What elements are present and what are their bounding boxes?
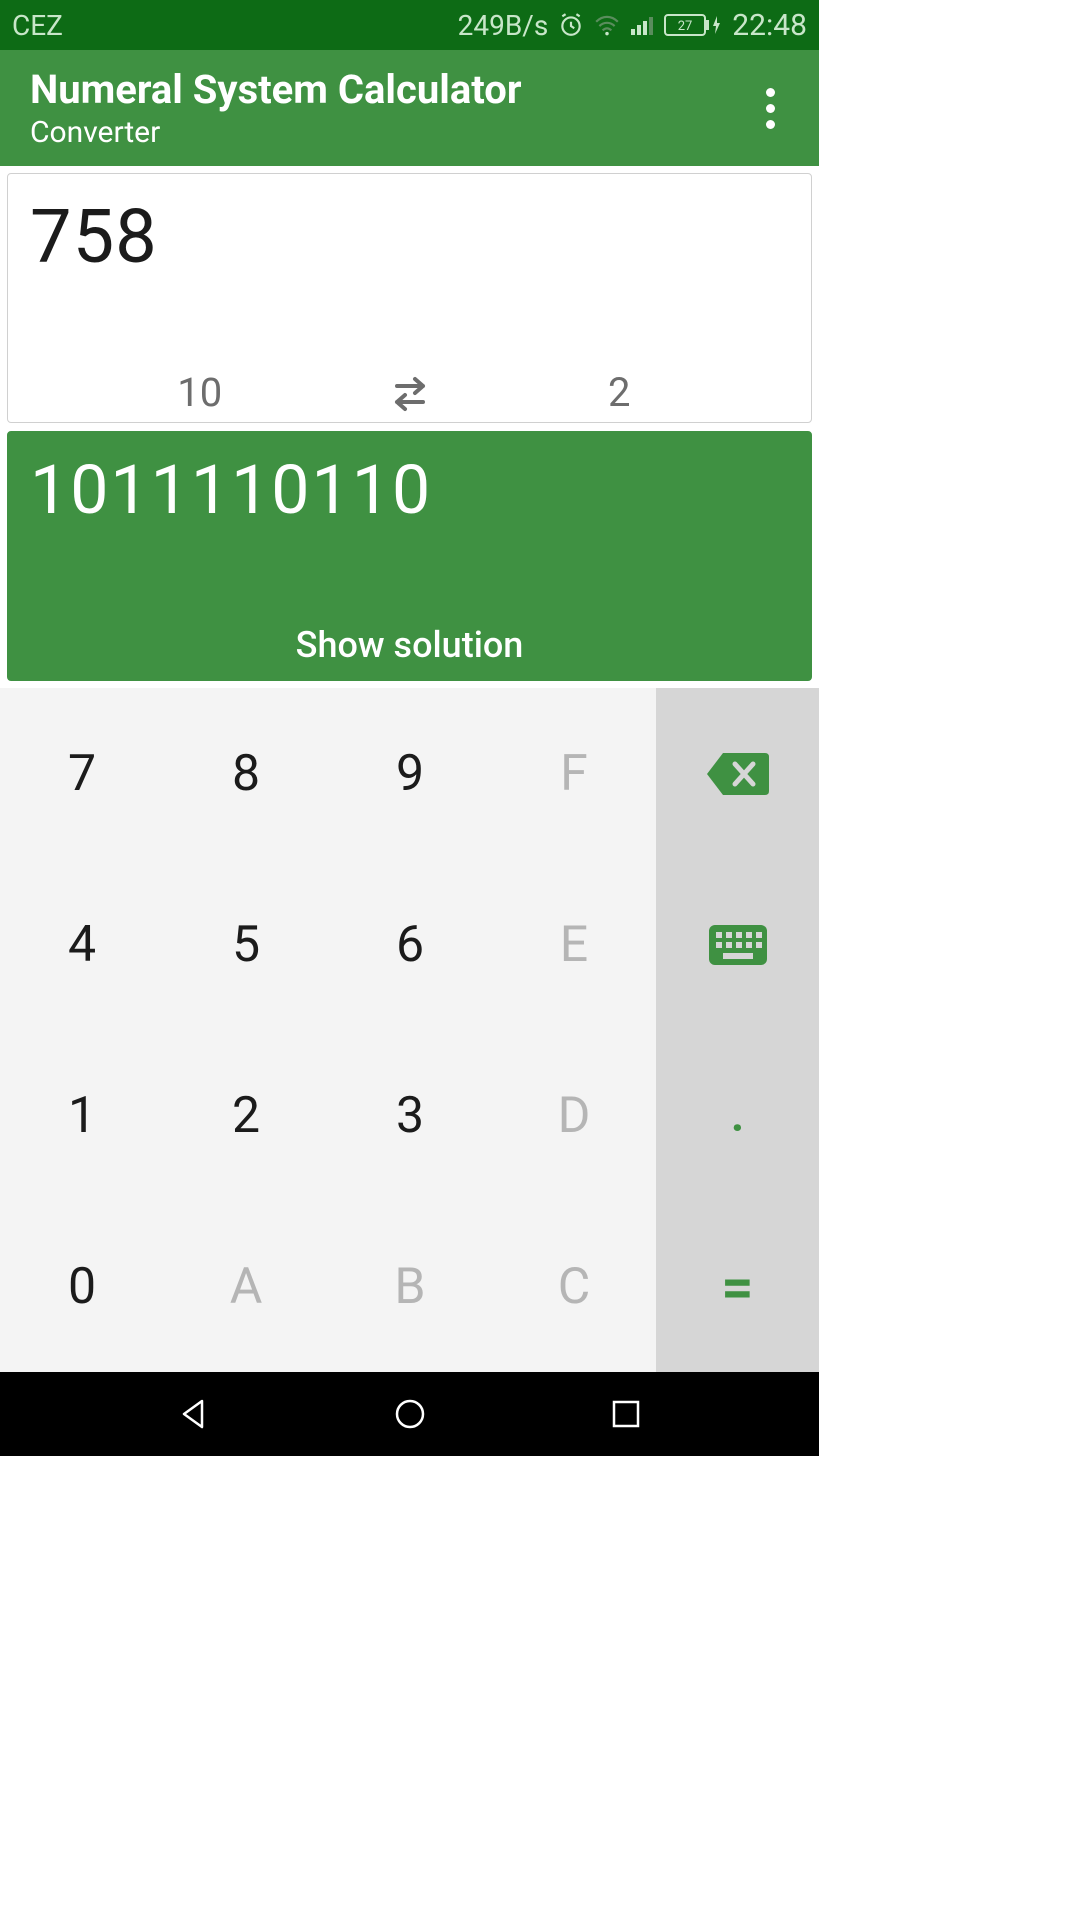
more-options-icon[interactable] xyxy=(745,88,795,129)
app-subtitle: Converter xyxy=(30,115,745,150)
keyboard-button[interactable] xyxy=(656,859,819,1030)
to-base[interactable]: 2 xyxy=(450,369,790,416)
navigation-bar xyxy=(0,1372,819,1456)
nav-back-icon xyxy=(176,1397,210,1431)
status-carrier: CEZ xyxy=(12,9,63,42)
nav-back-button[interactable] xyxy=(169,1390,217,1438)
swap-arrows-icon xyxy=(383,371,437,415)
app-titles: Numeral System Calculator Converter xyxy=(30,66,745,150)
input-value[interactable]: 758 xyxy=(30,194,789,281)
show-solution-button[interactable]: Show solution xyxy=(296,624,524,670)
key-c[interactable]: C xyxy=(492,1201,656,1372)
alarm-icon xyxy=(558,12,584,38)
key-0[interactable]: 0 xyxy=(0,1201,164,1372)
keypad-main: 7 8 9 F 4 5 6 E 1 2 3 D 0 A B C xyxy=(0,688,656,1372)
nav-home-button[interactable] xyxy=(386,1390,434,1438)
key-f[interactable]: F xyxy=(492,688,656,859)
key-4[interactable]: 4 xyxy=(0,859,164,1030)
decimal-button[interactable]: . xyxy=(656,1030,819,1201)
nav-home-icon xyxy=(393,1397,427,1431)
screen: CEZ 249B/s 27 22:48 Numeral System Calcu… xyxy=(0,0,819,1456)
output-card: 1011110110 Show solution xyxy=(7,431,812,681)
key-2[interactable]: 2 xyxy=(164,1030,328,1201)
app-title: Numeral System Calculator xyxy=(30,66,745,113)
key-1[interactable]: 1 xyxy=(0,1030,164,1201)
keyboard-icon xyxy=(707,923,769,967)
backspace-icon xyxy=(705,749,771,799)
key-7[interactable]: 7 xyxy=(0,688,164,859)
battery-icon: 27 xyxy=(664,14,722,36)
app-bar: Numeral System Calculator Converter xyxy=(0,50,819,166)
content: 758 10 2 1011110110 Show solution xyxy=(0,166,819,688)
keypad: 7 8 9 F 4 5 6 E 1 2 3 D 0 A B C xyxy=(0,688,819,1372)
equals-button[interactable]: = xyxy=(656,1201,819,1372)
nav-recent-button[interactable] xyxy=(602,1390,650,1438)
input-card: 758 10 2 xyxy=(7,173,812,423)
key-5[interactable]: 5 xyxy=(164,859,328,1030)
keypad-side: . = xyxy=(656,688,819,1372)
key-d[interactable]: D xyxy=(492,1030,656,1201)
wifi-icon xyxy=(594,14,620,36)
base-row: 10 2 xyxy=(30,369,789,416)
swap-button[interactable] xyxy=(370,371,450,415)
key-3[interactable]: 3 xyxy=(328,1030,492,1201)
key-a[interactable]: A xyxy=(164,1201,328,1372)
status-right: 249B/s 27 22:48 xyxy=(63,8,807,43)
key-8[interactable]: 8 xyxy=(164,688,328,859)
key-b[interactable]: B xyxy=(328,1201,492,1372)
key-9[interactable]: 9 xyxy=(328,688,492,859)
backspace-button[interactable] xyxy=(656,688,819,859)
signal-icon xyxy=(630,14,654,36)
from-base[interactable]: 10 xyxy=(30,369,370,416)
key-6[interactable]: 6 xyxy=(328,859,492,1030)
status-bar: CEZ 249B/s 27 22:48 xyxy=(0,0,819,50)
status-time: 22:48 xyxy=(732,8,807,43)
nav-recent-icon xyxy=(611,1399,641,1429)
battery-level: 27 xyxy=(678,19,693,34)
status-speed: 249B/s xyxy=(458,9,549,42)
key-e[interactable]: E xyxy=(492,859,656,1030)
output-value: 1011110110 xyxy=(30,450,789,530)
